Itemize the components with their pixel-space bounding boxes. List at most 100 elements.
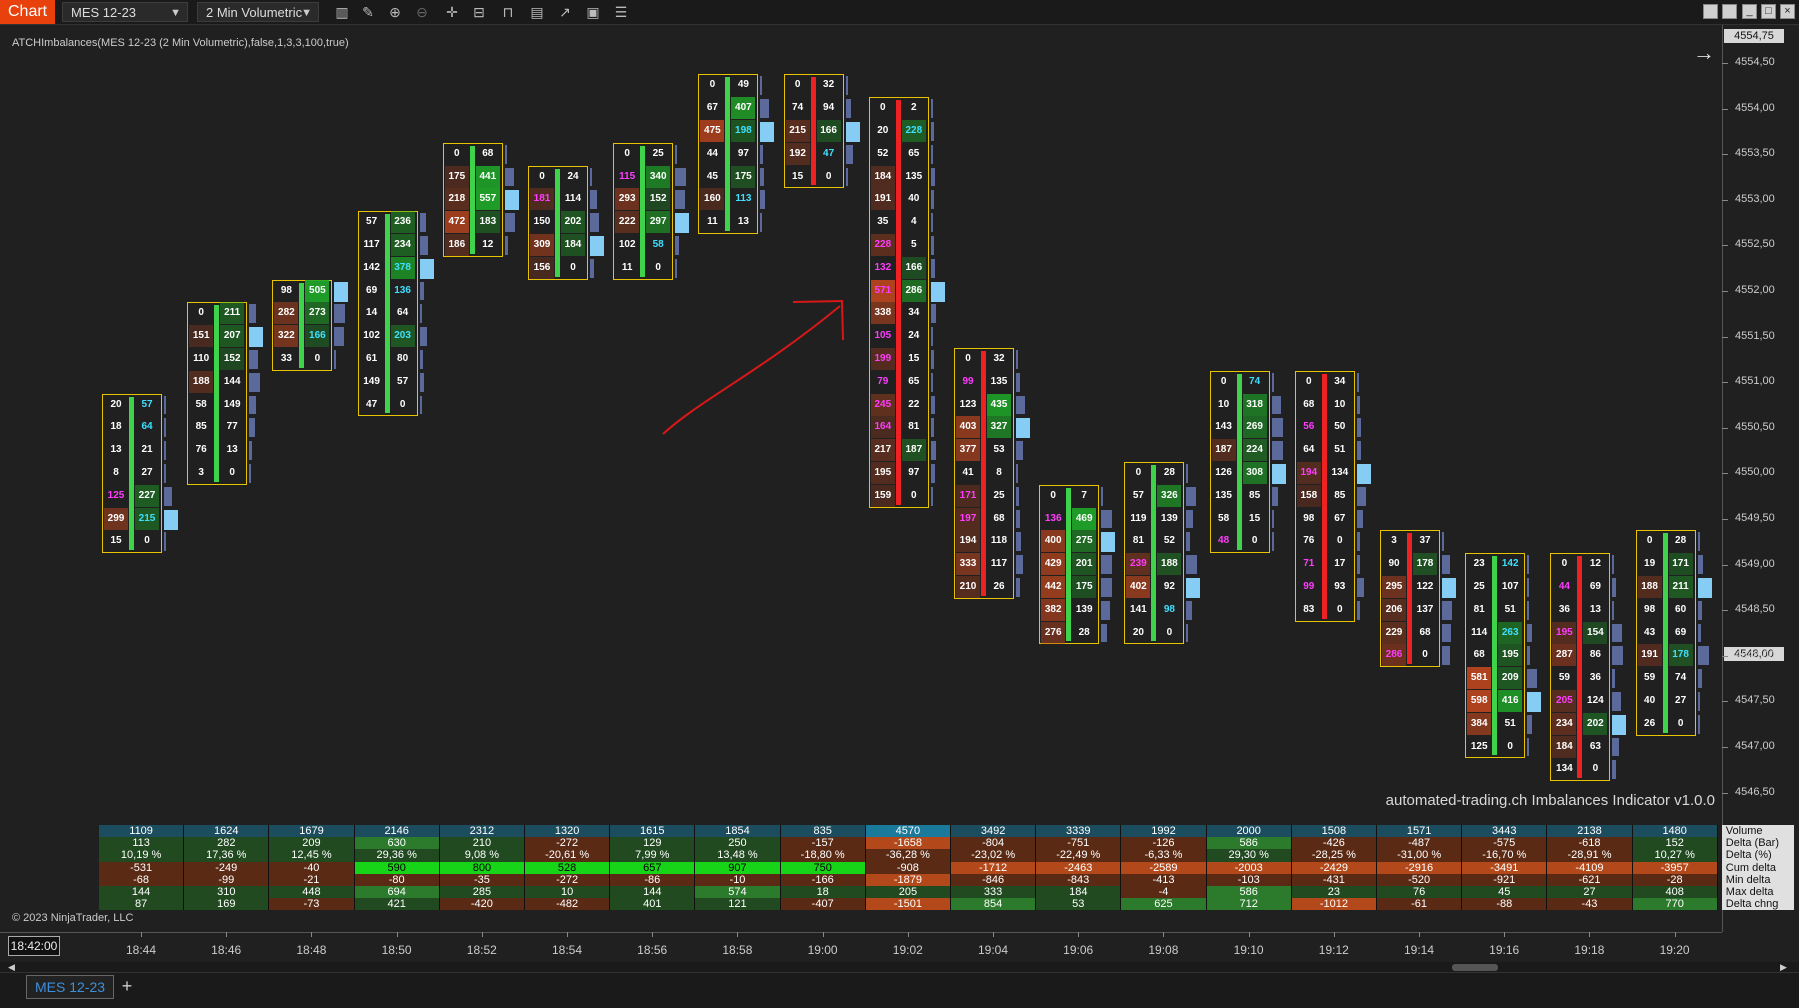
ask-volume-cell: 57 (397, 375, 409, 387)
bid-volume-cell: 151 (189, 325, 214, 348)
min-delta-cell: -68 (99, 873, 185, 886)
instrument-tab[interactable]: MES 12-23 (26, 975, 115, 999)
bid-volume-cell: 159 (870, 484, 895, 507)
ask-volume-cell: 65 (908, 147, 920, 159)
volume-profile-bar (1697, 623, 1701, 643)
summary-row-label: Delta (%) (1721, 849, 1794, 862)
ask-volume-cell: 93 (1334, 581, 1346, 592)
ask-volume-cell: 198 (731, 120, 756, 142)
ask-volume-cell: 32 (993, 353, 1005, 364)
ask-volume-cell: 211 (1668, 576, 1693, 598)
poc-marker (845, 122, 860, 142)
price-label: 4546,50 (1735, 785, 1775, 798)
cum-delta-cell: 907 (695, 861, 781, 874)
volume-profile-bar (1356, 486, 1366, 506)
bid-volume-cell: 0 (624, 147, 630, 159)
poc-marker (504, 190, 519, 211)
price-tick (1722, 108, 1728, 110)
bid-volume-cell: 15 (110, 535, 122, 547)
bid-volume-cell: 206 (1382, 598, 1406, 621)
cum-delta-cell: -1712 (951, 861, 1037, 874)
cum-delta-cell: -531 (99, 861, 185, 874)
bid-volume-cell: 81 (1132, 535, 1144, 547)
bid-volume-cell: 0 (539, 170, 545, 182)
time-tick (567, 932, 568, 937)
bid-volume-cell: 442 (1041, 576, 1066, 598)
volume-profile-bar (1612, 623, 1622, 643)
scrollbar-thumb[interactable] (1452, 964, 1498, 971)
volume-profile-bar (1186, 600, 1193, 620)
bid-volume-cell: 195 (1552, 621, 1577, 644)
volume-profile-bar (1442, 600, 1452, 620)
ask-volume-cell: 0 (144, 535, 150, 547)
volume-profile-bar (504, 167, 515, 187)
candle-body-down (895, 100, 901, 505)
bid-volume-cell: 117 (363, 239, 380, 250)
volume-profile-bar (1527, 555, 1530, 574)
ask-volume-cell: 67 (1334, 512, 1346, 524)
volume-profile-bar (1186, 623, 1189, 643)
bid-volume-cell: 309 (530, 234, 554, 256)
ask-volume-cell: 69 (1675, 626, 1687, 638)
horizontal-scrollbar[interactable] (0, 962, 1799, 972)
ask-volume-cell: 134 (1331, 467, 1349, 478)
bid-volume-cell: 299 (104, 507, 128, 530)
bid-volume-cell: 475 (700, 120, 725, 142)
price-label: 4552,50 (1735, 238, 1775, 251)
delta-pct-cell: -28,25 % (1291, 849, 1377, 862)
poc-marker (334, 281, 349, 302)
ask-volume-cell: 273 (305, 302, 330, 325)
add-tab-button[interactable]: + (116, 975, 138, 997)
ask-volume-cell: 166 (816, 120, 841, 142)
ask-volume-cell: 0 (314, 353, 321, 364)
volume-profile-bar (1612, 646, 1623, 666)
delta-bar-cell: -426 (1291, 837, 1377, 850)
time-axis[interactable] (0, 932, 1722, 963)
bid-volume-cell: 41 (962, 467, 974, 478)
bid-volume-cell: 134 (1556, 763, 1573, 775)
ask-volume-cell: 0 (399, 398, 406, 410)
summary-row-label: Delta chng (1721, 898, 1794, 911)
ask-volume-cell: 0 (1677, 717, 1684, 729)
ask-volume-cell: 10 (1334, 398, 1346, 410)
volume-profile-bar (249, 395, 257, 415)
max-delta-cell: 18 (780, 886, 866, 899)
volume-profile-bar (164, 441, 166, 460)
delta-pct-cell: -28,91 % (1547, 849, 1633, 862)
price-tick (1722, 427, 1728, 429)
cum-delta-cell: 528 (525, 861, 611, 874)
price-label: 4549,00 (1735, 557, 1775, 570)
bid-volume-cell: 67 (706, 102, 718, 114)
candle-body-down (810, 77, 816, 186)
ask-volume-cell: 13 (226, 444, 238, 456)
min-delta-cell: -166 (780, 873, 866, 886)
bid-volume-cell: 81 (1473, 603, 1485, 615)
delta-bar-cell: 250 (695, 837, 781, 850)
delta-chng-cell: 87 (99, 898, 185, 911)
ask-volume-cell: 202 (561, 211, 585, 234)
delta-chng-cell: 625 (1121, 898, 1207, 911)
ask-volume-cell: 178 (1413, 553, 1437, 576)
cum-delta-cell: -2429 (1291, 861, 1377, 874)
volume-cell: 1679 (269, 825, 355, 838)
volume-profile-bar (1271, 509, 1274, 529)
time-tick (907, 932, 909, 937)
time-tick (1078, 932, 1080, 937)
volume-cell: 2138 (1547, 825, 1633, 838)
ask-volume-cell: 25 (652, 147, 664, 159)
ask-volume-cell: 166 (305, 325, 330, 348)
ask-volume-cell: 136 (394, 284, 411, 296)
time-tick (652, 932, 654, 937)
price-label: 4553,50 (1735, 147, 1775, 160)
ask-volume-cell: 7 (1081, 489, 1087, 501)
time-tick (311, 932, 313, 937)
ask-volume-cell: 40 (908, 193, 920, 205)
max-delta-cell: 333 (951, 886, 1037, 899)
ask-volume-cell: 15 (1249, 512, 1261, 524)
ask-volume-cell: 142 (1501, 558, 1519, 570)
bid-volume-cell: 210 (956, 576, 980, 598)
volume-cell: 3492 (951, 825, 1037, 838)
volume-profile-bar (930, 350, 934, 369)
delta-chng-cell: 401 (610, 898, 696, 911)
ask-volume-cell: 152 (646, 188, 671, 211)
